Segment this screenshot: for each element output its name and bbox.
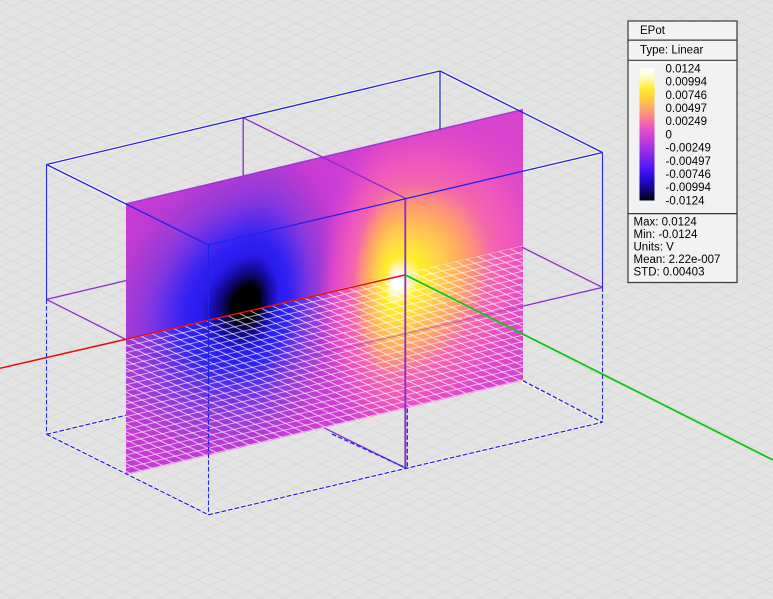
svg-text:0.00994: 0.00994 bbox=[666, 77, 708, 89]
svg-text:Mean: 2.22e-007: Mean: 2.22e-007 bbox=[634, 254, 721, 266]
svg-text:0.00497: 0.00497 bbox=[666, 103, 708, 115]
svg-text:0.0124: 0.0124 bbox=[666, 64, 702, 76]
svg-text:Max: 0.0124: Max: 0.0124 bbox=[634, 217, 698, 229]
svg-text:0.00746: 0.00746 bbox=[666, 90, 708, 102]
svg-text:EPot: EPot bbox=[640, 25, 666, 37]
svg-text:-0.00497: -0.00497 bbox=[666, 156, 711, 168]
svg-text:0.00249: 0.00249 bbox=[666, 116, 708, 128]
svg-text:-0.00249: -0.00249 bbox=[666, 143, 711, 155]
svg-text:-0.0124: -0.0124 bbox=[666, 195, 706, 207]
svg-text:Units: V: Units: V bbox=[634, 242, 675, 254]
svg-text:Min: -0.0124: Min: -0.0124 bbox=[634, 229, 699, 241]
svg-text:STD: 0.00403: STD: 0.00403 bbox=[634, 267, 705, 279]
svg-text:Type: Linear: Type: Linear bbox=[640, 45, 703, 57]
svg-text:0: 0 bbox=[666, 129, 672, 141]
svg-text:-0.00994: -0.00994 bbox=[666, 182, 712, 194]
svg-text:-0.00746: -0.00746 bbox=[666, 169, 711, 181]
